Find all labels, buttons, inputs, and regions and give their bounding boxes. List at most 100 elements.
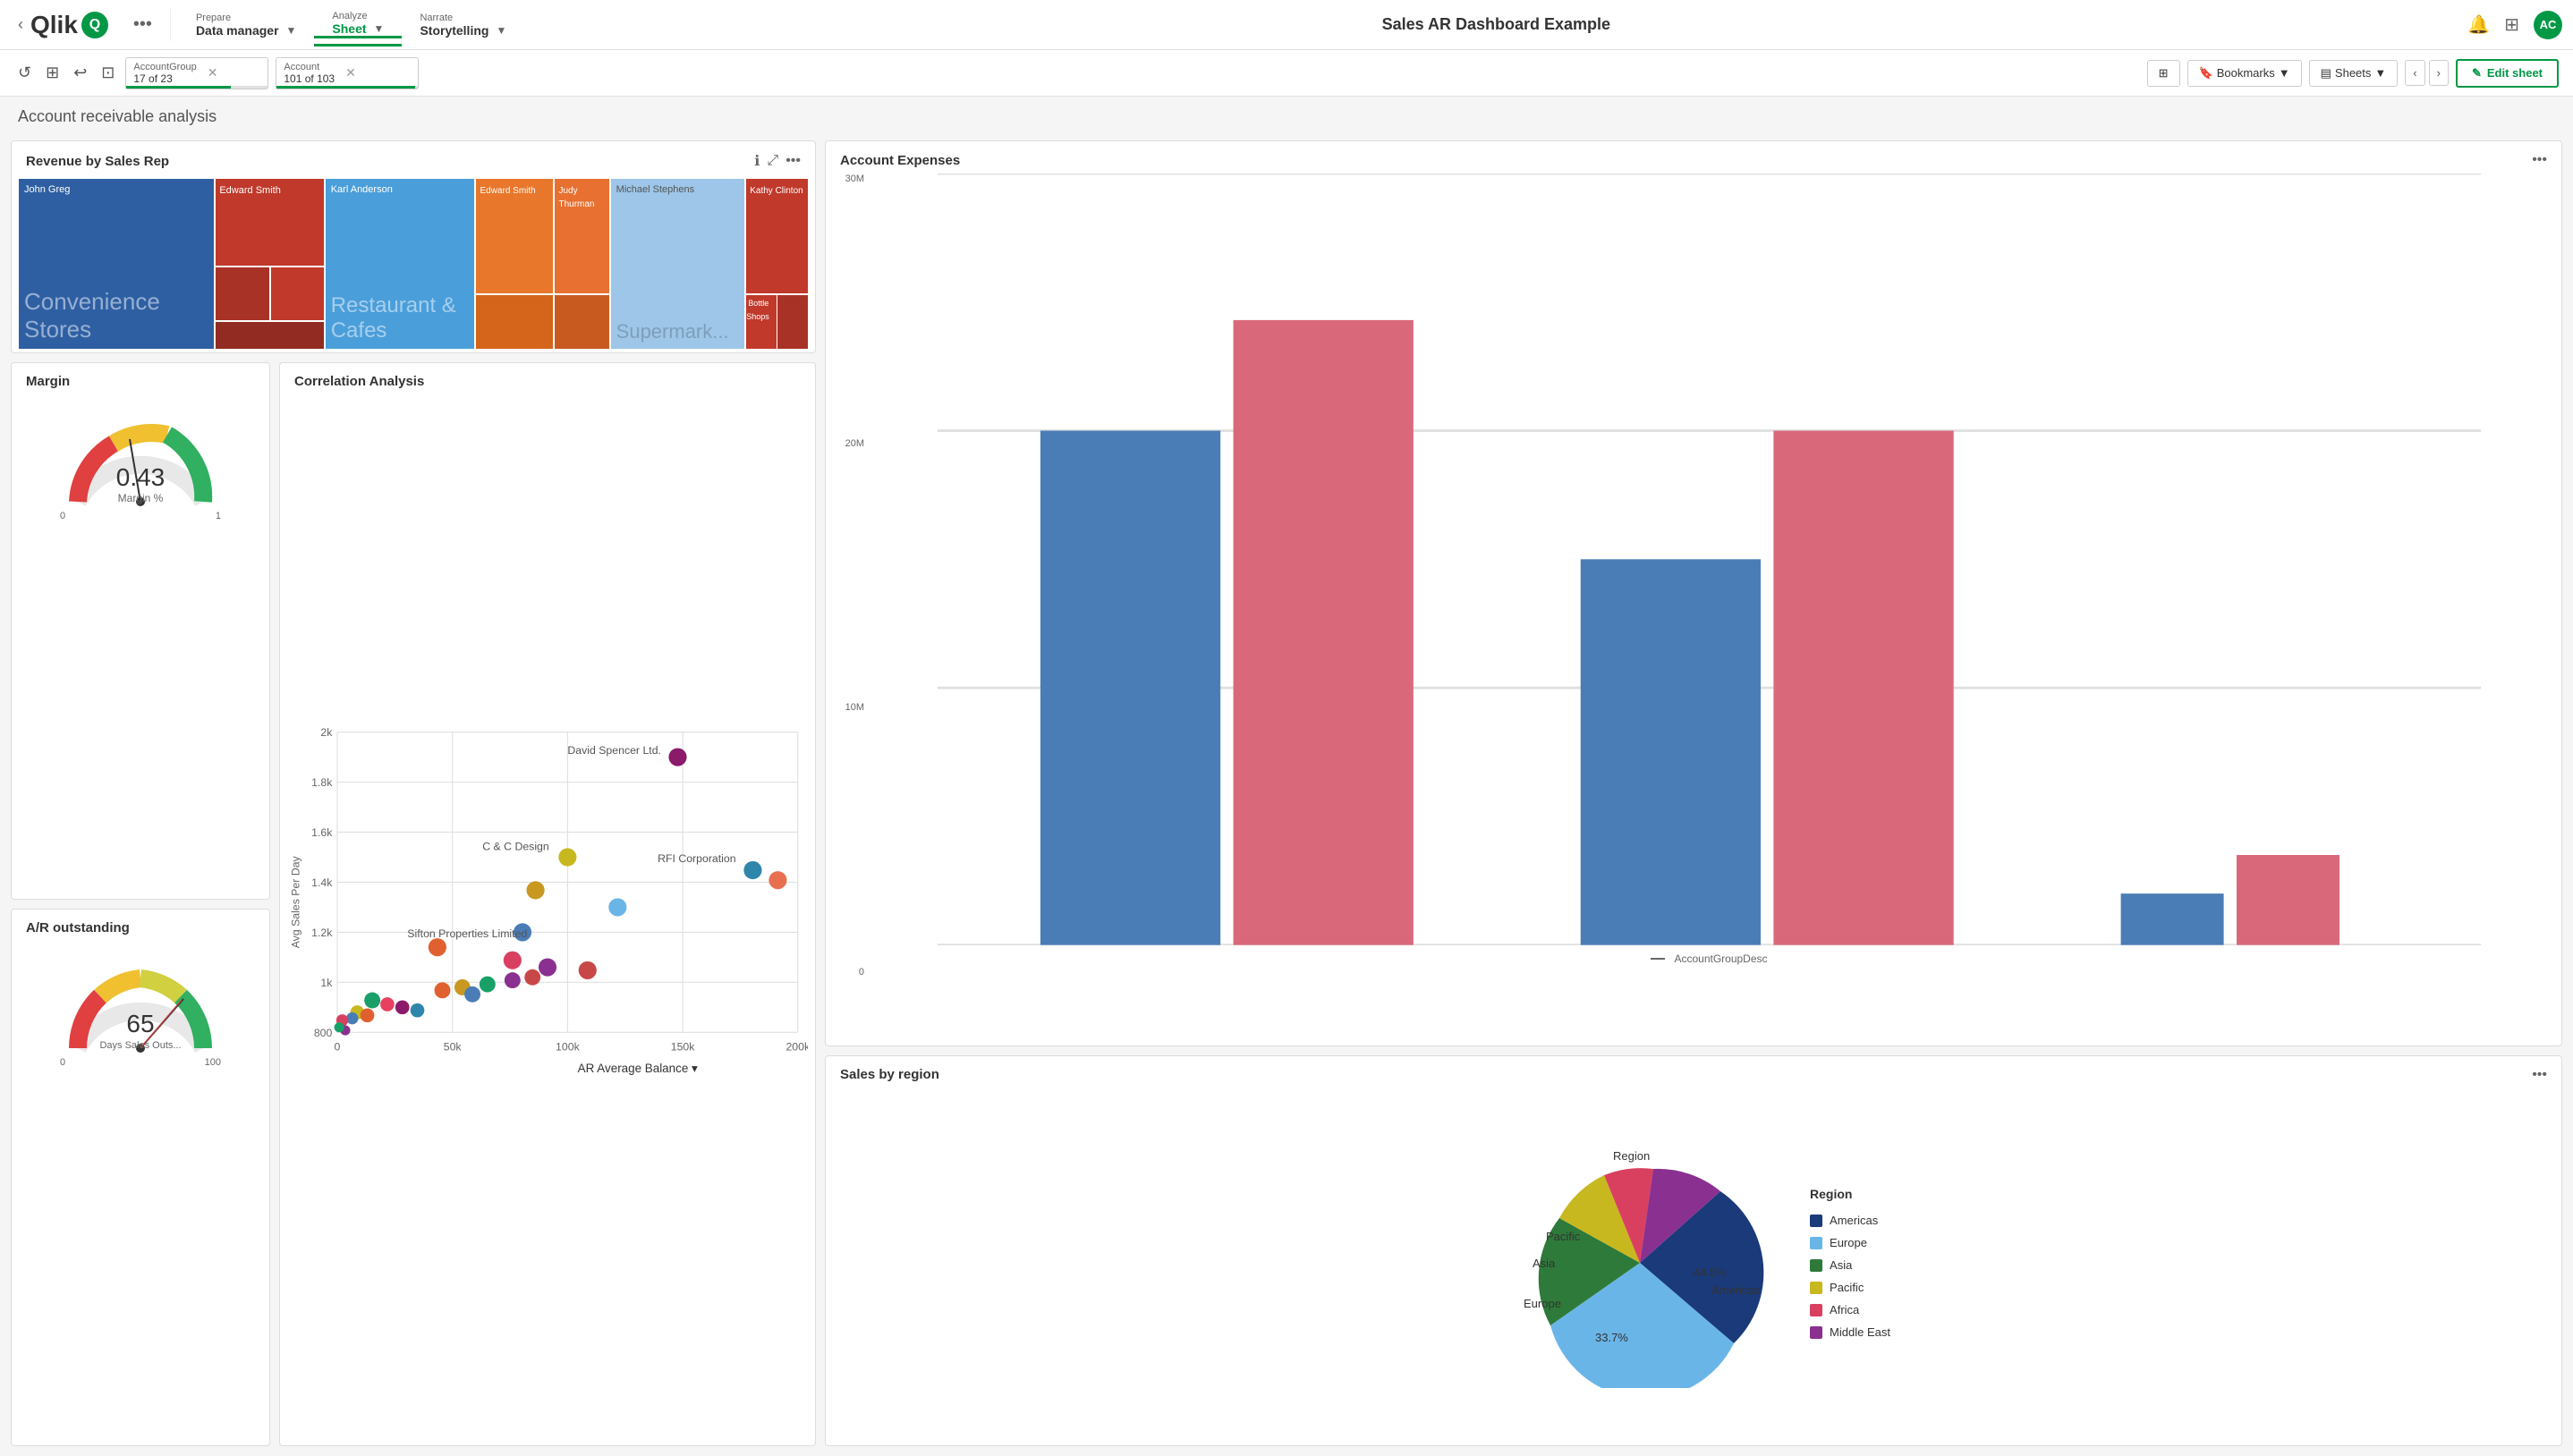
pie-chart-wrap: 44.5% Americas 33.7% Europe Asia Pacific… — [1497, 1138, 1783, 1388]
scatter-point-7[interactable] — [429, 938, 446, 956]
scatter-point-9[interactable] — [539, 958, 556, 976]
bar-general-actual[interactable] — [1040, 431, 1220, 945]
scatter-point-22[interactable] — [361, 1008, 375, 1022]
scatter-point-4[interactable] — [526, 881, 544, 899]
legend-pacific[interactable]: Pacific — [1810, 1281, 1890, 1294]
nav-narrate-main: Storytelling — [420, 23, 488, 38]
nav-prepare[interactable]: Prepare Data manager ▼ — [178, 13, 314, 38]
scatter-point-1[interactable] — [668, 748, 686, 766]
bar-other-actual[interactable] — [2121, 893, 2224, 945]
scatter-point-18[interactable] — [380, 997, 395, 1012]
filter-tool-2[interactable]: ⊞ — [42, 60, 63, 86]
scatter-point-11[interactable] — [524, 969, 540, 986]
prev-sheet-button[interactable]: ‹ — [2405, 60, 2424, 86]
expand-icon[interactable]: ⤢ — [767, 153, 778, 169]
grid-view-button[interactable]: ⊞ — [2147, 60, 2180, 87]
region-more-icon[interactable]: ••• — [2532, 1067, 2547, 1083]
correlation-chart[interactable]: 2k 1.8k 1.6k 1.4k 1.2k 1k 800 0 50k 100k… — [280, 394, 815, 1437]
svg-text:800: 800 — [314, 1027, 333, 1039]
treemap-orange1: Edward Smith — [476, 179, 553, 349]
treemap-sub3[interactable] — [216, 322, 323, 349]
scatter-point-20[interactable] — [411, 1003, 425, 1018]
treemap-karl[interactable]: Karl Anderson Restaurant & Cafes — [326, 179, 475, 349]
scatter-point-12[interactable] — [505, 972, 521, 988]
filter-tool-4[interactable]: ⊡ — [98, 60, 118, 86]
treemap-kathy-sub1[interactable]: Bottle Shops — [746, 295, 777, 349]
sheets-button[interactable]: ▤ Sheets ▼ — [2309, 60, 2399, 87]
scatter-point-2[interactable] — [558, 848, 576, 866]
treemap-michael[interactable]: Michael Stephens Supermark... — [611, 179, 745, 349]
back-button[interactable]: ‹ — [11, 15, 30, 34]
more-icon[interactable]: ••• — [785, 153, 801, 169]
bar-staff-budget[interactable] — [1773, 431, 1953, 945]
scatter-point-5[interactable] — [608, 898, 626, 916]
treemap-orange-sub[interactable] — [476, 295, 553, 349]
treemap-sub1[interactable] — [216, 267, 268, 320]
legend-mideast[interactable]: Middle East — [1810, 1325, 1890, 1339]
filter-tool-3[interactable]: ↩ — [70, 60, 90, 86]
scatter-point-3b[interactable] — [769, 871, 786, 889]
bookmarks-button[interactable]: 🔖 Bookmarks ▼ — [2187, 60, 2302, 87]
treemap-kathy-sub2[interactable] — [777, 295, 808, 349]
filter-chip-account[interactable]: Account 101 of 103 ✕ — [276, 57, 419, 89]
scatter-point-3[interactable] — [743, 861, 761, 879]
info-icon[interactable]: ℹ — [754, 152, 760, 170]
filter-chip-account-close[interactable]: ✕ — [345, 65, 356, 80]
nav-narrate[interactable]: Narrate Storytelling ▼ — [402, 13, 524, 38]
analyze-dropdown-icon[interactable]: ▼ — [374, 22, 385, 35]
legend-asia-dot — [1810, 1259, 1822, 1272]
scatter-point-10[interactable] — [579, 961, 597, 979]
legend-asia[interactable]: Asia — [1810, 1258, 1890, 1272]
prepare-dropdown-icon[interactable]: ▼ — [286, 24, 297, 37]
scatter-point-26[interactable] — [335, 1022, 344, 1032]
next-sheet-button[interactable]: › — [2429, 60, 2449, 86]
narrate-dropdown-icon[interactable]: ▼ — [496, 24, 506, 37]
bell-icon[interactable]: 🔔 — [2467, 13, 2490, 36]
bookmarks-dropdown: ▼ — [2279, 66, 2290, 80]
expenses-svg: General Costs Staff Costs Other Costs — [871, 174, 2547, 945]
treemap-cell-johng[interactable]: John Greg Convenience Stores — [19, 179, 214, 349]
treemap-edward1-bottom — [216, 267, 323, 320]
scatter-point-17[interactable] — [364, 993, 380, 1009]
bar-staff-actual[interactable] — [1581, 559, 1761, 944]
scatter-point-23[interactable] — [346, 1012, 358, 1024]
bar-other-budget[interactable] — [2237, 855, 2339, 945]
scatter-point-19[interactable] — [395, 1000, 410, 1014]
yaxis-20m: 20M — [840, 438, 864, 449]
expenses-more-icon[interactable]: ••• — [2532, 152, 2547, 168]
user-avatar[interactable]: AC — [2534, 11, 2562, 39]
treemap-edward1-top[interactable]: Edward Smith — [216, 179, 323, 266]
bottom-row: Margin — [11, 362, 816, 1446]
bar-general-budget[interactable] — [1234, 320, 1414, 945]
margin-gauge-svg: 0.43 Margin % — [51, 403, 230, 520]
expenses-panel: Account Expenses ••• 30M 20M 10M 0 — [825, 140, 2562, 1046]
treemap-judy-sub[interactable] — [555, 295, 608, 349]
expenses-chart-area: 30M 20M 10M 0 — [826, 174, 2561, 1038]
filter-tool-1[interactable]: ↺ — [14, 60, 35, 86]
treemap[interactable]: John Greg Convenience Stores Edward Smit… — [19, 179, 808, 349]
treemap-edward2[interactable]: Edward Smith — [476, 179, 553, 293]
pie-label-americas: 44.5% — [1694, 1266, 1727, 1279]
grid-icon[interactable]: ⊞ — [2504, 13, 2519, 36]
edit-sheet-button[interactable]: ✎ Edit sheet — [2456, 59, 2559, 88]
scatter-point-8[interactable] — [504, 952, 522, 969]
nav-analyze[interactable]: Analyze Sheet ▼ — [314, 11, 402, 38]
scatter-point-13[interactable] — [480, 977, 496, 993]
svg-text:2k: 2k — [320, 726, 333, 739]
filter-chip-accountgroup[interactable]: AccountGroup 17 of 23 ✕ — [125, 57, 268, 89]
legend-americas[interactable]: Americas — [1810, 1214, 1890, 1227]
legend-europe[interactable]: Europe — [1810, 1236, 1890, 1249]
more-options-icon[interactable]: ••• — [123, 14, 163, 35]
filter-chip-accountgroup-close[interactable]: ✕ — [208, 65, 218, 80]
treemap-kathy-top[interactable]: Kathy Clinton — [746, 179, 808, 293]
pie-svg: 44.5% Americas 33.7% Europe Asia Pacific… — [1497, 1138, 1783, 1388]
nav-analyze-main: Sheet — [332, 21, 366, 36]
legend-africa[interactable]: Africa — [1810, 1303, 1890, 1316]
scatter-point-16[interactable] — [464, 986, 480, 1003]
svg-text:Margin %: Margin % — [118, 492, 164, 504]
margin-min: 0 — [60, 511, 65, 521]
treemap-sub2[interactable] — [271, 267, 324, 320]
treemap-judy-top[interactable]: Judy Thurman — [555, 179, 608, 293]
scatter-point-15[interactable] — [435, 982, 451, 998]
svg-text:65: 65 — [126, 1010, 154, 1037]
